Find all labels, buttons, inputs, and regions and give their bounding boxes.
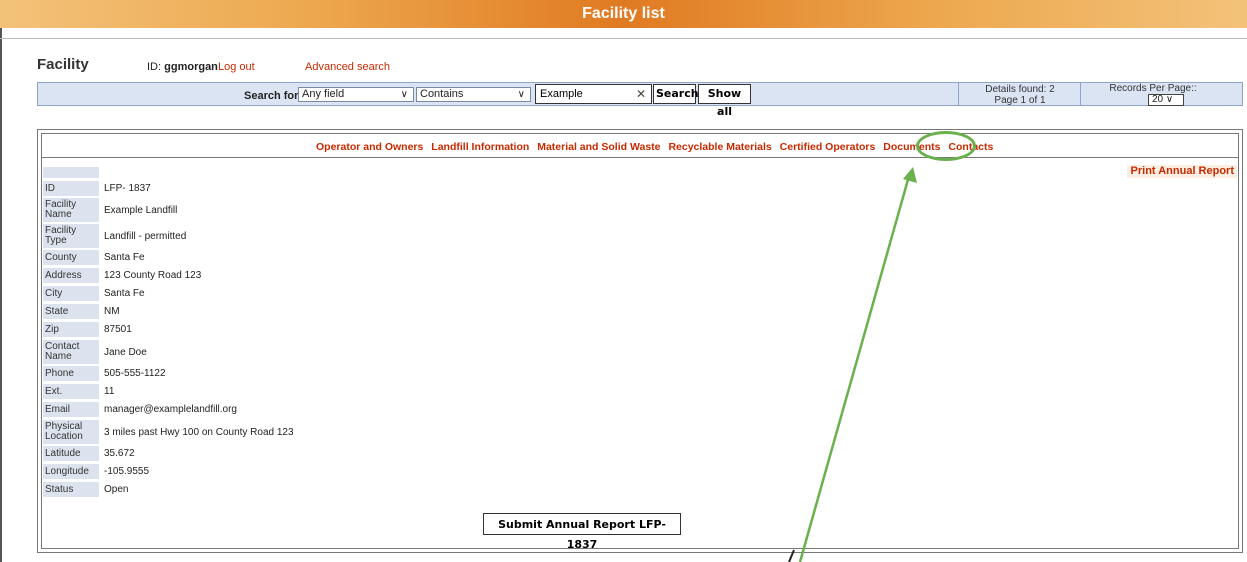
arrow-line [798,175,911,562]
arrow-tail [788,549,795,562]
arrow-annotation [788,167,917,562]
arrow-head [903,167,917,183]
